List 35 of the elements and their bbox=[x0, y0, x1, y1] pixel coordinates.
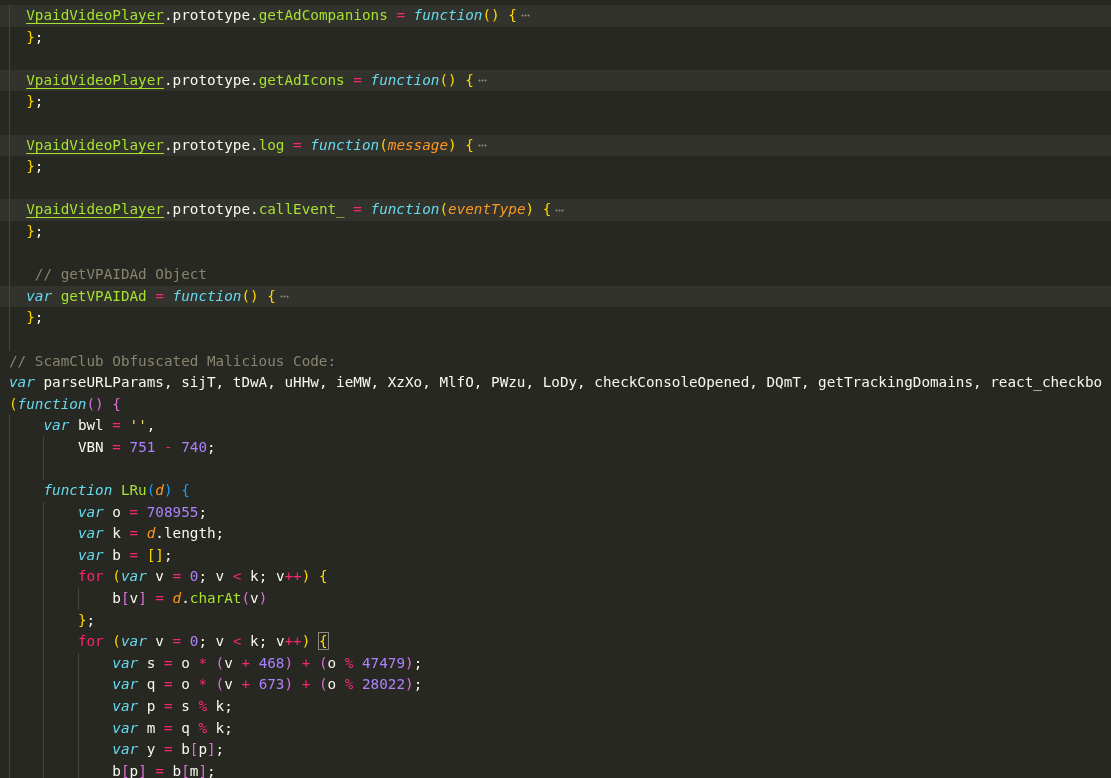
code-line: VpaidVideoPlayer.prototype.log = function(message) { bbox=[25, 135, 474, 155]
code-line: VBN = 751 - 740; bbox=[76, 437, 216, 457]
code-line: var k = d.length; bbox=[76, 524, 225, 544]
fold-ellipsis-icon[interactable] bbox=[520, 14, 530, 18]
code-line: VpaidVideoPlayer.prototype.getAdIcons = function() { bbox=[25, 70, 474, 90]
code-line: var bwl = '', bbox=[42, 416, 156, 436]
code-line: var q = o * (v + 673) + (o % 28022); bbox=[111, 675, 423, 695]
fold-ellipsis-icon[interactable] bbox=[555, 208, 565, 212]
code-line: function LRu(d) { bbox=[42, 481, 190, 501]
code-line: var o = 708955; bbox=[76, 502, 207, 522]
code-line: var parseURLParams, sijT, tDwA, uHHw, ieMW, XzXo, MlfO, PWzu, LoDy, checkConsoleOpened, DQmT, getTrackingDomains, react_checkbo bbox=[9, 373, 1103, 393]
fold-ellipsis-icon[interactable] bbox=[279, 295, 289, 298]
code-line: }; bbox=[25, 308, 44, 328]
code-comment: // getVPAIDAd Object bbox=[33, 265, 207, 285]
fold-ellipsis-icon[interactable] bbox=[477, 143, 487, 147]
code-line: }; bbox=[25, 221, 44, 241]
code-line: for (var v = 0; v < k; v++) { bbox=[76, 632, 328, 652]
code-line: var y = b[p]; bbox=[111, 740, 225, 760]
code-line: var p = s % k; bbox=[111, 697, 233, 716]
code-line: VpaidVideoPlayer.prototype.callEvent_ = function(eventType) { bbox=[25, 200, 552, 220]
code-line: b[p] = b[m]; bbox=[111, 761, 216, 778]
code-line: var m = q % k; bbox=[111, 718, 233, 738]
code-line: (function() { bbox=[9, 394, 121, 414]
code-comment: // ScamClub Obfuscated Malicious Code: bbox=[9, 351, 337, 371]
fold-ellipsis-icon[interactable] bbox=[477, 79, 487, 83]
code-line: }; bbox=[25, 27, 44, 47]
code-line: b[v] = d.charAt(v) bbox=[111, 589, 268, 609]
code-line: VpaidVideoPlayer.prototype.getAdCompanions = function() { bbox=[25, 6, 517, 25]
code-line: var s = o * (v + 468) + (o % 47479); bbox=[111, 653, 423, 673]
code-line: }; bbox=[25, 92, 44, 112]
code-line: for (var v = 0; v < k; v++) { bbox=[76, 567, 328, 587]
code-line: }; bbox=[76, 610, 96, 630]
code-line: }; bbox=[25, 157, 44, 177]
code-line: var getVPAIDAd = function() { bbox=[25, 286, 276, 306]
code-line: var b = []; bbox=[76, 545, 173, 565]
